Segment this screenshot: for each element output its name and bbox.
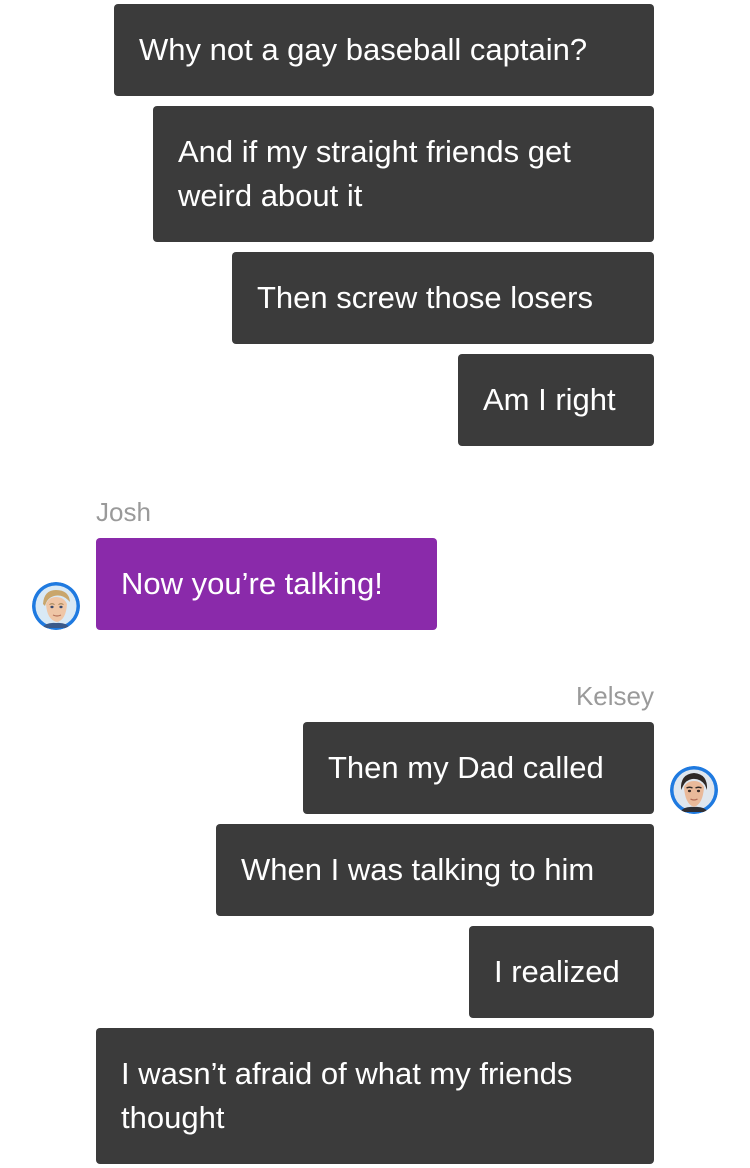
message-bubble-kelsey: Then my Dad called [303,722,654,814]
message-bubble-kelsey: I realized [469,926,654,1018]
message-bubble-josh: Now you’re talking! [96,538,437,630]
sender-name-kelsey: Kelsey [575,681,654,711]
message-bubble: And if my straight friends get weird abo… [153,106,654,242]
sender-name-josh: Josh [96,497,151,527]
avatar-josh-icon[interactable] [32,582,80,630]
message-bubble-kelsey: When I was talking to him [216,824,654,916]
message-bubble: Then screw those losers [232,252,654,344]
message-bubble-kelsey: I wasn’t afraid of what my friends thoug… [96,1028,654,1164]
avatar-kelsey-icon[interactable] [670,766,718,814]
message-bubble: Am I right [458,354,654,446]
message-bubble: Why not a gay baseball captain? [114,4,654,96]
